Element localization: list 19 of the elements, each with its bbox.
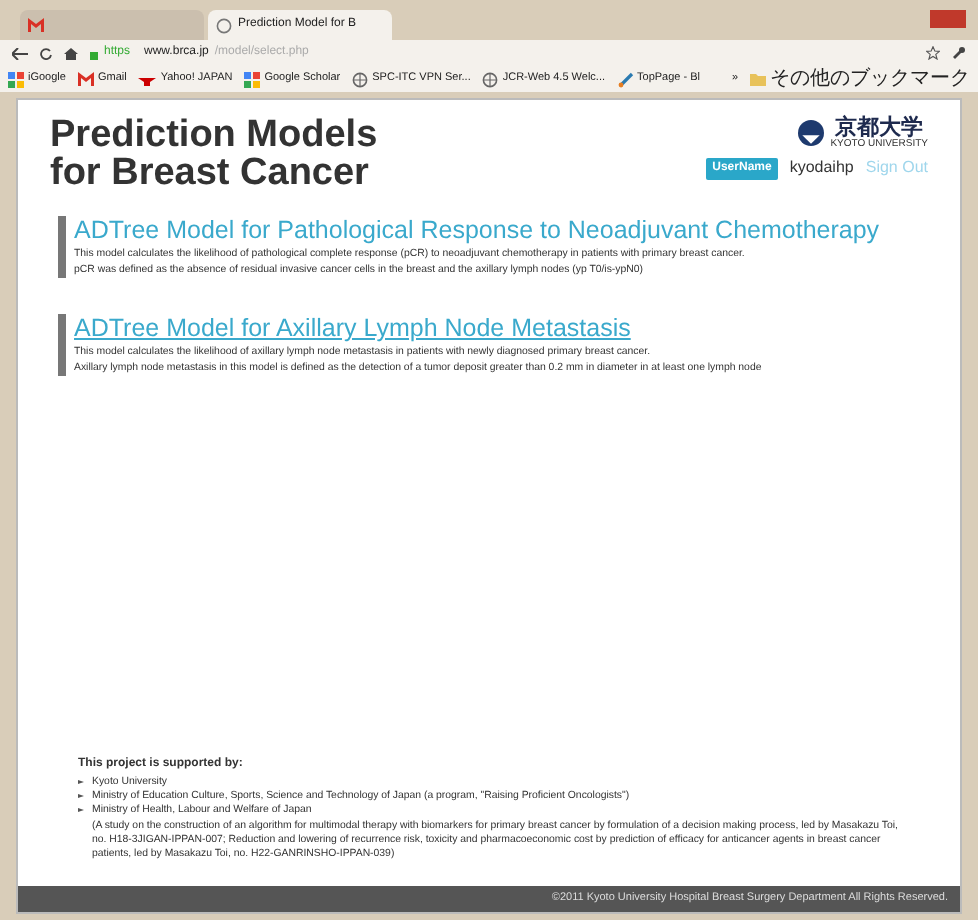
globe-icon	[352, 71, 369, 87]
page-title: Prediction Models	[50, 116, 378, 154]
globe-icon	[216, 17, 232, 33]
wrench-icon[interactable]	[952, 46, 966, 60]
grid-icon	[244, 71, 261, 87]
star-icon[interactable]	[926, 46, 940, 60]
grid-icon	[8, 71, 24, 87]
emblem-icon	[798, 120, 825, 146]
username-text: kyodaihp	[789, 156, 854, 180]
folder-icon	[750, 73, 766, 85]
logo-name: 京都大学	[835, 116, 924, 138]
other-bookmarks-button[interactable]: その他のブックマーク	[750, 69, 970, 89]
globe-icon	[482, 71, 499, 87]
home-icon[interactable]	[64, 47, 78, 59]
page-title: for Breast Cancer	[50, 154, 371, 192]
back-icon[interactable]	[12, 47, 28, 59]
mail-icon	[28, 18, 44, 32]
mail-icon	[77, 72, 94, 86]
reload-icon[interactable]	[40, 47, 52, 59]
